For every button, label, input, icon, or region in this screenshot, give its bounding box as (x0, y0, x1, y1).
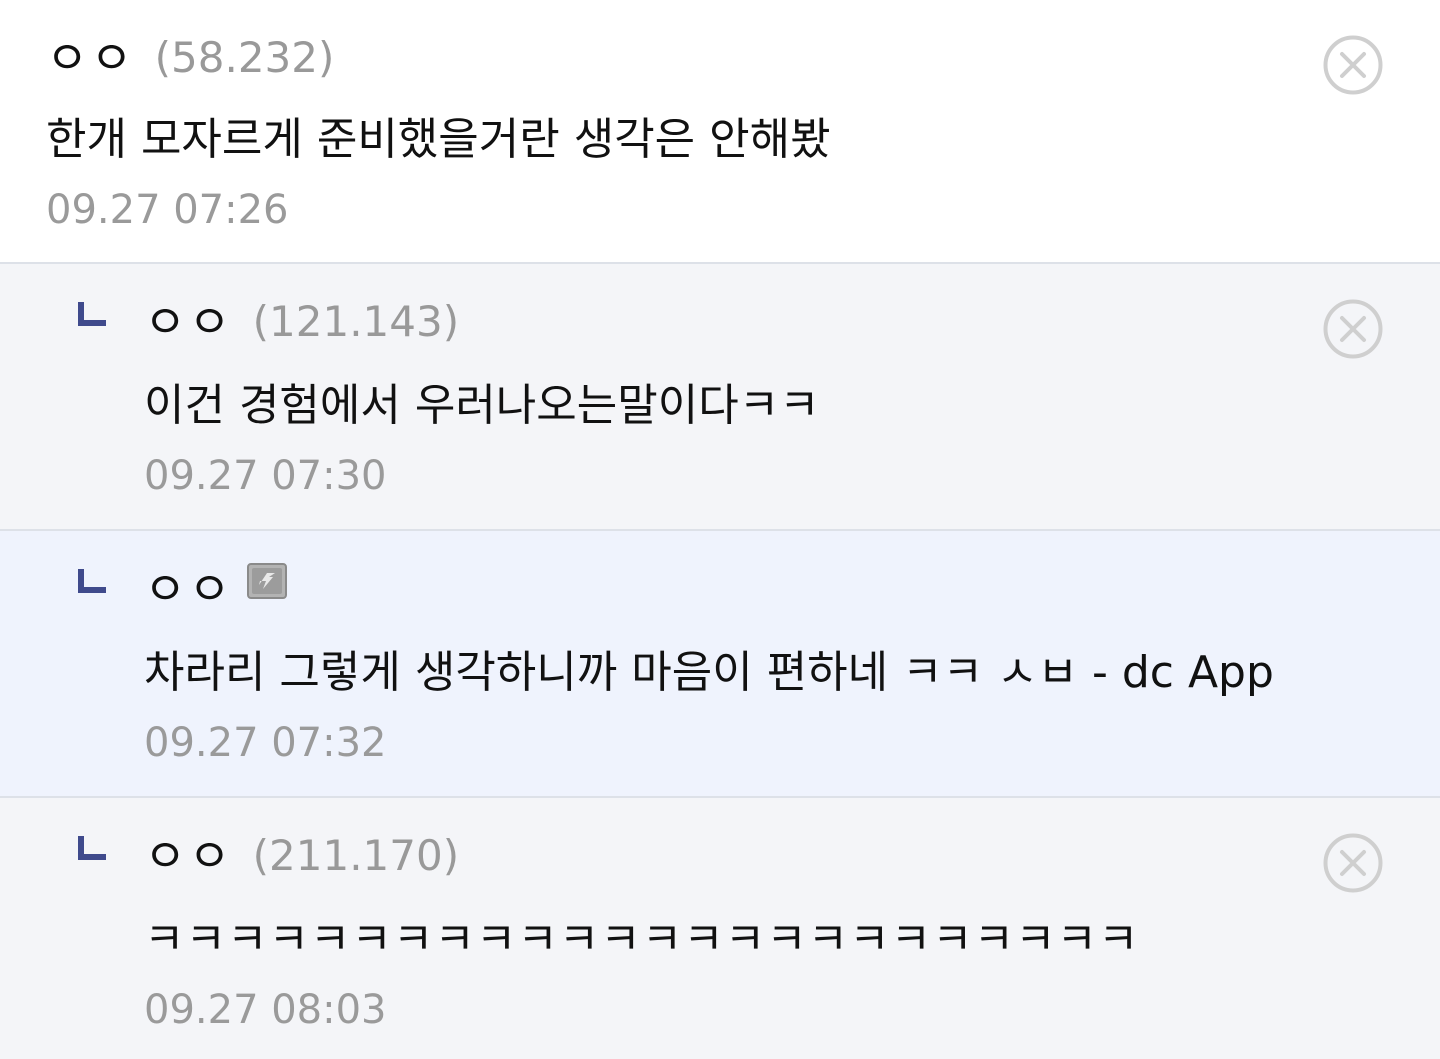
comment-text: ㅋㅋㅋㅋㅋㅋㅋㅋㅋㅋㅋㅋㅋㅋㅋㅋㅋㅋㅋㅋㅋㅋㅋㅋ (144, 914, 1140, 965)
comment-item: ㅇㅇ (58.232) 한개 모자르게 준비했을거란 생각은 안해봤 09.27… (0, 0, 1440, 264)
fixed-nick-icon (246, 563, 287, 599)
comment-nickname[interactable]: ㅇㅇ (144, 826, 233, 886)
comment-ip: (58.232) (154, 33, 335, 82)
comment-header: ㅇㅇ (144, 559, 287, 619)
reply-item-highlighted: ㅇㅇ 차라리 그렇게 생각하니까 마음이 편하네 ㅋㅋ ㅅㅂ - dc App … (0, 531, 1440, 798)
reply-item: ㅇㅇ (121.143) 이건 경험에서 우러나오는말이다ㅋㅋ 09.27 07… (0, 264, 1440, 531)
comment-nickname[interactable]: ㅇㅇ (46, 28, 135, 88)
comment-date: 09.27 07:30 (144, 453, 387, 499)
comment-header: ㅇㅇ (58.232) (46, 28, 334, 88)
reply-arrow-icon (78, 569, 106, 593)
comment-nickname[interactable]: ㅇㅇ (144, 559, 233, 619)
comment-ip: (121.143) (252, 297, 460, 346)
comment-text: 이건 경험에서 우러나오는말이다ㅋㅋ (144, 380, 820, 431)
reply-arrow-icon (78, 302, 106, 326)
comment-date: 09.27 07:26 (46, 187, 289, 233)
comment-list: ㅇㅇ (58.232) 한개 모자르게 준비했을거란 생각은 안해봤 09.27… (0, 0, 1440, 1059)
comment-text: 한개 모자르게 준비했을거란 생각은 안해봤 (46, 114, 831, 165)
comment-nickname[interactable]: ㅇㅇ (144, 292, 233, 352)
comment-header: ㅇㅇ (211.170) (144, 826, 459, 886)
comment-header: ㅇㅇ (121.143) (144, 292, 459, 352)
comment-date: 09.27 08:03 (144, 987, 387, 1033)
reply-arrow-icon (78, 836, 106, 860)
comment-text: 차라리 그렇게 생각하니까 마음이 편하네 ㅋㅋ ㅅㅂ - dc App (144, 647, 1274, 698)
close-circle-icon (1323, 35, 1383, 95)
close-circle-icon (1323, 833, 1383, 893)
delete-comment-button[interactable] (1322, 832, 1384, 894)
comment-date: 09.27 07:32 (144, 720, 387, 766)
comment-ip: (211.170) (252, 831, 460, 880)
close-circle-icon (1323, 299, 1383, 359)
delete-comment-button[interactable] (1322, 34, 1384, 96)
reply-item: ㅇㅇ (211.170) ㅋㅋㅋㅋㅋㅋㅋㅋㅋㅋㅋㅋㅋㅋㅋㅋㅋㅋㅋㅋㅋㅋㅋㅋ 09… (0, 798, 1440, 1059)
delete-comment-button[interactable] (1322, 298, 1384, 360)
